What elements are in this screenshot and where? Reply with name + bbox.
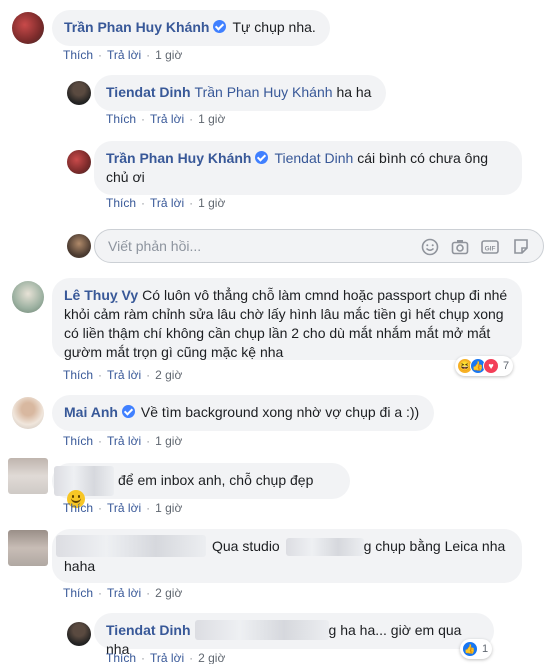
- comment-text: gườm mắt trọn gì cũng mặc kệ nha: [64, 344, 284, 360]
- comment-author[interactable]: Trần Phan Huy Khánh: [106, 150, 251, 166]
- like-link[interactable]: Thích: [106, 196, 136, 210]
- comment-bubble: Tiendat Dinh Trần Phan Huy Khánh ha ha: [94, 75, 386, 111]
- love-reaction-icon: ♥: [483, 358, 499, 374]
- comment-author[interactable]: Tiendat Dinh: [106, 622, 191, 638]
- verified-badge-icon: [255, 151, 269, 164]
- like-link[interactable]: Thích: [63, 586, 93, 600]
- timestamp[interactable]: 1 giờ: [155, 434, 182, 448]
- reply-input-placeholder: Viết phản hồi...: [108, 238, 202, 254]
- comment-bubble: Trần Phan Huy Khánh Tự chụp nha.: [52, 10, 330, 46]
- avatar[interactable]: [12, 397, 44, 429]
- reply-link[interactable]: Trả lời: [150, 651, 184, 664]
- reaction-summary[interactable]: 😆 👍 ♥ 7: [455, 356, 514, 376]
- comment-bubble: Qua studio g chụp bằng Leica nha haha: [52, 529, 522, 583]
- like-reaction-icon: 👍: [462, 641, 478, 657]
- comment-text: để em inbox anh, chỗ chụp đẹp: [118, 472, 314, 488]
- reply-link[interactable]: Trả lời: [150, 112, 184, 126]
- reply-link[interactable]: Trả lời: [107, 434, 141, 448]
- timestamp[interactable]: 2 giờ: [198, 651, 225, 664]
- comment-author[interactable]: Lê Thuỵ Vy: [64, 287, 138, 303]
- timestamp[interactable]: 1 giờ: [155, 48, 182, 62]
- like-link[interactable]: Thích: [63, 48, 93, 62]
- comment-actions: Thích · Trả lời · 2 giờ: [63, 368, 183, 382]
- comment-text: Về tìm background xong nhờ vợ chụp đi a …: [140, 404, 420, 420]
- comment-actions: Thích · Trả lời · 2 giờ: [106, 651, 226, 664]
- comment-author[interactable]: Trần Phan Huy Khánh: [64, 19, 209, 35]
- like-link[interactable]: Thích: [106, 651, 136, 664]
- blurred-mention: [194, 619, 329, 640]
- avatar[interactable]: [67, 81, 91, 105]
- comment-text: có liền thậm chí không cần chụp lần 2 ch…: [64, 325, 491, 341]
- comment-text: Có luôn vô thẳng chỗ làm cmnd hoặc passp…: [142, 287, 508, 303]
- reply-link[interactable]: Trả lời: [107, 368, 141, 382]
- reply-link[interactable]: Trả lời: [150, 196, 184, 210]
- comment-bubble: Mai Anh Về tìm background xong nhờ vợ chụ…: [52, 395, 434, 431]
- gif-icon[interactable]: GIF: [480, 237, 500, 257]
- comment-text: Qua studio: [212, 538, 280, 554]
- comment-text: ha ha: [336, 84, 372, 100]
- comment-actions: Thích · Trả lời · 1 giờ: [63, 434, 183, 448]
- blurred-text: [285, 538, 364, 557]
- svg-text:GIF: GIF: [485, 245, 496, 252]
- mention-link[interactable]: Tiendat Dinh: [274, 150, 353, 166]
- timestamp[interactable]: 1 giờ: [198, 112, 225, 126]
- like-link[interactable]: Thích: [63, 501, 93, 515]
- verified-badge-icon: [213, 20, 227, 33]
- reply-link[interactable]: Trả lời: [107, 48, 141, 62]
- timestamp[interactable]: 2 giờ: [155, 586, 182, 600]
- comment-text: Tự chụp nha.: [232, 19, 316, 35]
- blurred-avatar: [8, 530, 48, 566]
- verified-badge-icon: [121, 405, 135, 418]
- comment-text: chủ ơi: [106, 169, 145, 185]
- comment-actions: Thích · Trả lời · 1 giờ: [63, 48, 183, 62]
- reaction-count: 1: [482, 643, 489, 655]
- avatar[interactable]: [12, 12, 44, 44]
- reply-link[interactable]: Trả lời: [107, 586, 141, 600]
- comment-bubble: để em inbox anh, chỗ chụp đẹp: [52, 463, 350, 509]
- like-link[interactable]: Thích: [63, 434, 93, 448]
- comment-actions: Thích · Trả lời · 1 giờ: [63, 501, 183, 515]
- avatar[interactable]: [67, 150, 91, 174]
- reaction-count: 7: [503, 360, 510, 372]
- comment-text: khỏi cảm ràm chỉnh sửa lâu chờ lấy hình …: [64, 306, 504, 322]
- comment-author[interactable]: Mai Anh: [64, 404, 118, 420]
- comment-text: g chụp bằng Leica nha: [363, 538, 506, 554]
- timestamp[interactable]: 1 giờ: [155, 501, 182, 515]
- sticker-icon[interactable]: [511, 237, 531, 257]
- comment-author[interactable]: Tiendat Dinh: [106, 84, 191, 100]
- reply-input-box[interactable]: Viết phản hồi... GIF: [94, 229, 544, 263]
- current-user-avatar: [67, 234, 91, 258]
- comment-actions: Thích · Trả lời · 1 giờ: [106, 112, 226, 126]
- timestamp[interactable]: 1 giờ: [198, 196, 225, 210]
- comment-bubble: Lê Thuỵ Vy Có luôn vô thẳng chỗ làm cmnd …: [52, 278, 522, 360]
- comment-bubble: Trần Phan Huy Khánh Tiendat Dinh cái bình…: [94, 141, 522, 195]
- like-link[interactable]: Thích: [106, 112, 136, 126]
- comment-actions: Thích · Trả lời · 2 giờ: [63, 586, 183, 600]
- reaction-summary[interactable]: 👍 1: [460, 639, 493, 659]
- avatar[interactable]: [12, 281, 44, 313]
- blurred-author: [54, 466, 114, 497]
- comment-text: cái bình có chưa ông: [357, 150, 489, 166]
- comment-text: haha: [64, 557, 96, 574]
- reply-link[interactable]: Trả lời: [107, 501, 141, 515]
- emoji-icon[interactable]: [420, 237, 440, 257]
- comment-actions: Thích · Trả lời · 1 giờ: [106, 196, 226, 210]
- blurred-author: [56, 534, 206, 557]
- blurred-avatar: [8, 458, 48, 494]
- like-link[interactable]: Thích: [63, 368, 93, 382]
- mention-link[interactable]: Trần Phan Huy Khánh: [195, 84, 333, 100]
- timestamp[interactable]: 2 giờ: [155, 368, 182, 382]
- camera-icon[interactable]: [450, 237, 470, 257]
- comment-bubble: Tiendat Dinh g ha ha... giờ em qua nha: [94, 613, 494, 657]
- avatar[interactable]: [67, 622, 91, 646]
